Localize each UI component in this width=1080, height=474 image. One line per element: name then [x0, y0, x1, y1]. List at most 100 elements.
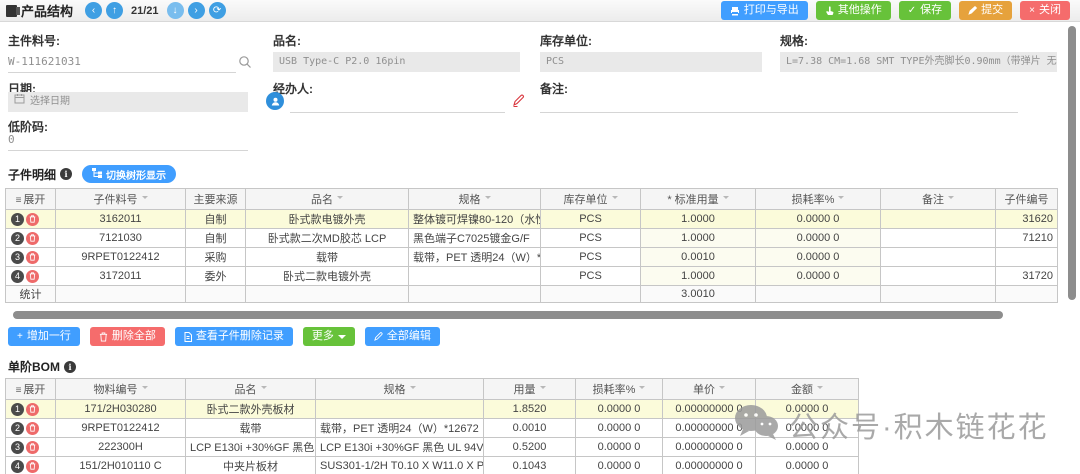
print-export-button[interactable]: 打印与导出 — [721, 1, 808, 20]
cell-source[interactable]: 采购 — [186, 248, 246, 267]
handler-input[interactable] — [290, 92, 505, 113]
cell-child-no[interactable]: 31620 — [996, 210, 1058, 229]
cell-remark[interactable] — [881, 267, 996, 286]
cell-loss[interactable]: 0.0000 0 — [756, 267, 881, 286]
delete-all-button[interactable]: 删除全部 — [90, 327, 165, 346]
tree-toggle-button[interactable]: 切换树形显示 — [82, 165, 176, 183]
cell-remark[interactable] — [881, 229, 996, 248]
cell-loss[interactable]: 0.0000 0 — [756, 248, 881, 267]
cell-name[interactable]: 载带 — [186, 419, 316, 438]
cell-source[interactable]: 自制 — [186, 210, 246, 229]
cell-qty[interactable]: 1.8520 — [484, 400, 576, 419]
cell-item-no[interactable]: 171/2H030280 — [56, 400, 186, 419]
close-button[interactable]: × 关闭 — [1020, 1, 1070, 20]
row-number-badge[interactable]: 1 — [11, 213, 24, 226]
cell-qty[interactable]: 1.0000 — [641, 229, 756, 248]
cell-spec[interactable] — [409, 267, 541, 286]
cell-item-no[interactable]: 9RPET0122412 — [56, 419, 186, 438]
cell-part-no[interactable]: 7121030 — [56, 229, 186, 248]
cell-qty[interactable]: 1.0000 — [641, 267, 756, 286]
nav-down-icon[interactable]: ↓ — [167, 2, 184, 19]
cell-price[interactable]: 0.00000000 0 — [663, 400, 756, 419]
col-expand[interactable]: ≡展开 — [6, 189, 56, 210]
cell-price[interactable]: 0.00000000 0 — [663, 457, 756, 474]
col-spec[interactable]: 规格 — [316, 379, 484, 400]
cell-qty[interactable]: 1.0000 — [641, 210, 756, 229]
cell-loss[interactable]: 0.0000 0 — [576, 419, 663, 438]
col-loss-rate[interactable]: 损耗率% — [756, 189, 881, 210]
cell-spec[interactable]: 载带，PET 透明24（W）*12672（L）*0... — [316, 419, 484, 438]
col-std-qty[interactable]: * 标准用量 — [641, 189, 756, 210]
info-icon[interactable]: i — [60, 168, 72, 180]
row-number-badge[interactable]: 2 — [11, 422, 24, 435]
cell-loss[interactable]: 0.0000 0 — [576, 457, 663, 474]
row-number-badge[interactable]: 1 — [11, 403, 24, 416]
more-button[interactable]: 更多 — [303, 327, 355, 346]
cell-remark[interactable] — [881, 210, 996, 229]
cell-item-no[interactable]: 151/2H010110 C — [56, 457, 186, 474]
cell-part-no[interactable]: 9RPET0122412 — [56, 248, 186, 267]
col-qty[interactable]: 用量 — [484, 379, 576, 400]
row-number-badge[interactable]: 3 — [11, 441, 24, 454]
cell-price[interactable]: 0.00000000 0 — [663, 419, 756, 438]
col-unit-price[interactable]: 单价 — [663, 379, 756, 400]
main-part-no-input[interactable]: W-111621031 — [8, 52, 236, 73]
cell-amount[interactable]: 0.0000 0 — [756, 419, 859, 438]
cell-name[interactable]: 卧式二款电镀外壳 — [246, 267, 409, 286]
nav-next-icon[interactable]: › — [188, 2, 205, 19]
row-delete-icon[interactable] — [26, 460, 39, 473]
horizontal-scrollbar[interactable] — [13, 311, 1003, 319]
cell-loss[interactable]: 0.0000 0 — [756, 229, 881, 248]
col-child-part-no[interactable]: 子件料号 — [56, 189, 186, 210]
cell-child-no[interactable] — [996, 248, 1058, 267]
cell-qty[interactable]: 0.0010 — [641, 248, 756, 267]
vertical-scrollbar[interactable] — [1068, 26, 1076, 300]
cell-loss[interactable]: 0.0000 0 — [756, 210, 881, 229]
cell-name[interactable]: 卧式款二次MD胶芯 LCP — [246, 229, 409, 248]
low-level-code-input[interactable]: 0 — [8, 130, 248, 151]
cell-part-no[interactable]: 3172011 — [56, 267, 186, 286]
cell-unit[interactable]: PCS — [541, 210, 641, 229]
cell-name[interactable]: 卧式二款外壳板材 — [186, 400, 316, 419]
row-delete-icon[interactable] — [26, 251, 39, 264]
date-picker[interactable]: 选择日期 — [8, 92, 248, 112]
col-remark[interactable]: 备注 — [881, 189, 996, 210]
cell-remark[interactable] — [881, 248, 996, 267]
cell-qty[interactable]: 0.5200 — [484, 438, 576, 457]
cell-amount[interactable]: 0.0000 0 — [756, 400, 859, 419]
col-name[interactable]: 品名 — [186, 379, 316, 400]
cell-qty[interactable]: 0.0010 — [484, 419, 576, 438]
save-button[interactable]: ✓ 保存 — [899, 1, 951, 20]
remark-input[interactable] — [540, 92, 1018, 113]
cell-spec[interactable]: 载带，PET 透明24（W）*126... — [409, 248, 541, 267]
cell-amount[interactable]: 0.0000 0 — [756, 438, 859, 457]
handler-avatar-icon[interactable] — [266, 92, 284, 110]
col-child-no[interactable]: 子件编号 — [996, 189, 1058, 210]
nav-first-icon[interactable]: ‹ — [85, 2, 102, 19]
search-icon[interactable] — [238, 55, 252, 74]
submit-button[interactable]: 提交 — [959, 1, 1012, 20]
col-source[interactable]: 主要来源 — [186, 189, 246, 210]
col-name[interactable]: 品名 — [246, 189, 409, 210]
cell-part-no[interactable]: 3162011 — [56, 210, 186, 229]
col-amount[interactable]: 金额 — [756, 379, 859, 400]
cell-spec[interactable]: 整体镀可焊镍80-120（水性封... — [409, 210, 541, 229]
cell-name[interactable]: 载带 — [246, 248, 409, 267]
cell-name[interactable]: 卧式款电镀外壳 — [246, 210, 409, 229]
cell-name[interactable]: LCP E130i +30%GF 黑色 UL 94V-0 — [186, 438, 316, 457]
col-spec[interactable]: 规格 — [409, 189, 541, 210]
nav-up-icon[interactable]: ↑ — [106, 2, 123, 19]
cell-spec[interactable]: LCP E130i +30%GF 黑色 UL 94V-0 — [316, 438, 484, 457]
info-icon[interactable]: i — [64, 361, 76, 373]
cell-name[interactable]: 中夹片板材 — [186, 457, 316, 474]
edit-pencil-icon[interactable] — [512, 94, 525, 112]
cell-loss[interactable]: 0.0000 0 — [576, 400, 663, 419]
add-row-button[interactable]: + 增加一行 — [8, 327, 80, 346]
cell-qty[interactable]: 0.1043 — [484, 457, 576, 474]
row-number-badge[interactable]: 3 — [11, 251, 24, 264]
col-unit[interactable]: 库存单位 — [541, 189, 641, 210]
cell-child-no[interactable]: 71210 — [996, 229, 1058, 248]
row-delete-icon[interactable] — [26, 232, 39, 245]
row-delete-icon[interactable] — [26, 422, 39, 435]
cell-item-no[interactable]: 222300H — [56, 438, 186, 457]
